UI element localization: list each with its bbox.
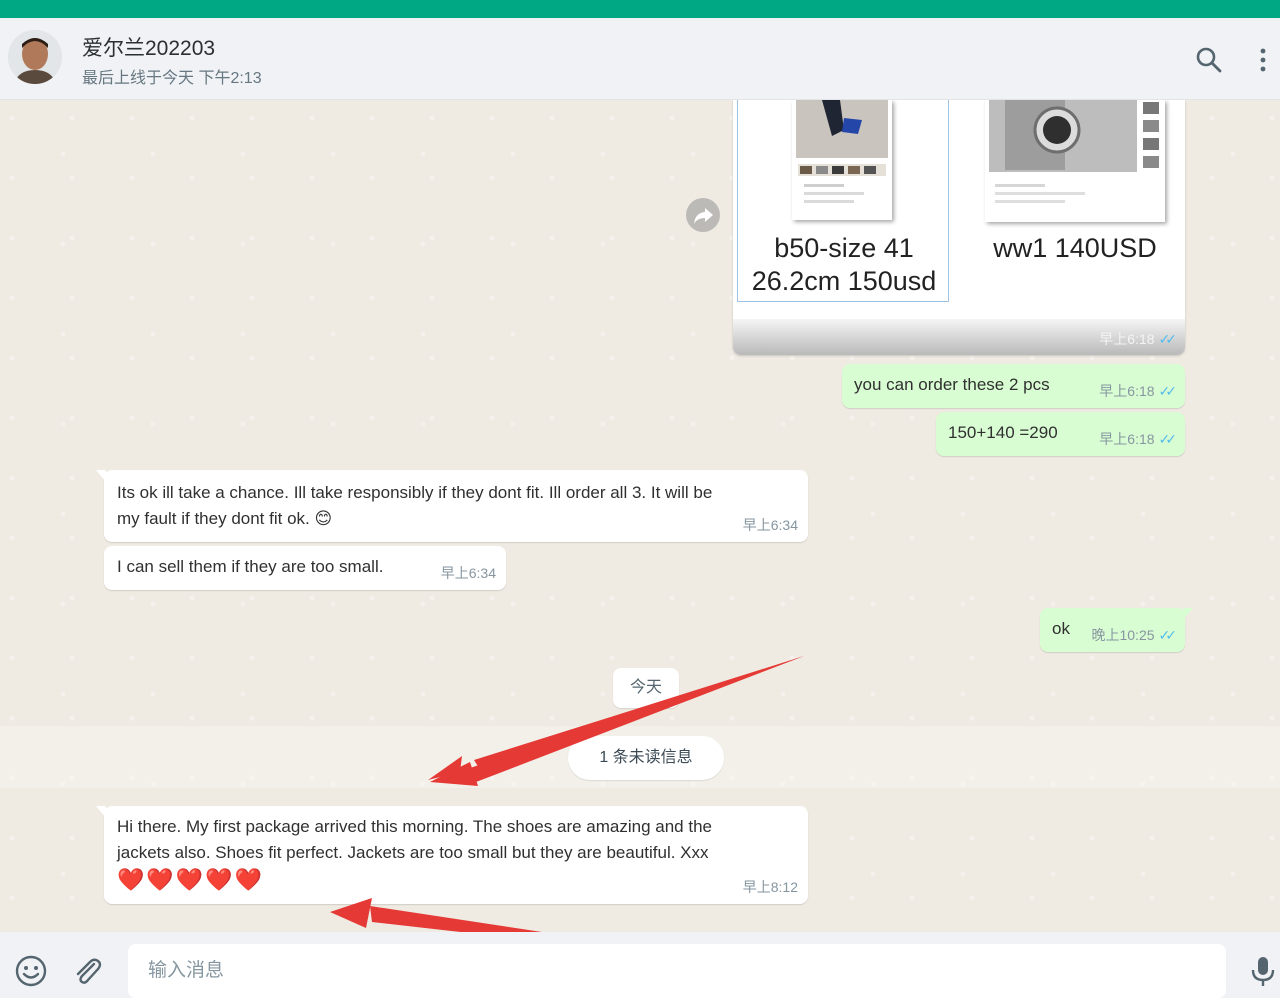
outgoing-message[interactable]: 150+140 =290 早上6:18 ✓✓	[936, 412, 1185, 456]
watch-thumbnail[interactable]	[985, 100, 1165, 222]
unread-messages-divider: 1 条未读信息	[568, 736, 724, 780]
message-input[interactable]	[128, 944, 1226, 998]
message-text: my fault if they dont fit ok. 😊	[117, 509, 333, 528]
incoming-message[interactable]: I can sell them if they are too small. 早…	[104, 546, 506, 590]
message-time: 晚上10:25	[1091, 627, 1155, 643]
search-icon[interactable]	[1193, 44, 1225, 76]
contact-name[interactable]: 爱尔兰202203	[82, 32, 215, 62]
message-time: 早上6:34	[440, 565, 496, 581]
outgoing-message[interactable]: ok 晚上10:25 ✓✓	[1040, 608, 1193, 652]
kebab-menu-icon[interactable]	[1247, 44, 1279, 76]
message-list[interactable]: b50-size 41 26.2cm 150usd ww1 140USD 早上6…	[0, 100, 1280, 932]
message-text: you can order these 2 pcs	[854, 375, 1050, 394]
message-text: Its ok ill take a chance. Ill take respo…	[117, 483, 713, 502]
product-image-message[interactable]: b50-size 41 26.2cm 150usd ww1 140USD 早上6…	[733, 100, 1185, 355]
message-time: 早上6:18	[1099, 331, 1155, 347]
emoji-icon[interactable]	[14, 954, 48, 988]
microphone-icon[interactable]	[1246, 954, 1280, 988]
message-text: 150+140 =290	[948, 423, 1058, 442]
product-caption-watch: ww1 140USD	[993, 233, 1157, 263]
avatar[interactable]	[8, 30, 62, 84]
heart-emojis: ❤️❤️❤️❤️❤️	[117, 867, 264, 892]
paperclip-icon[interactable]	[70, 954, 104, 988]
read-receipt-icon: ✓✓	[1158, 431, 1178, 447]
message-text: jackets also. Shoes fit perfect. Jackets…	[117, 843, 709, 862]
message-time: 早上6:34	[742, 517, 798, 533]
chat-header[interactable]: 爱尔兰202203 最后上线于今天 下午2:13	[0, 18, 1280, 100]
top-accent-bar	[0, 0, 1280, 18]
message-text: ok	[1052, 619, 1070, 638]
shoes-thumbnail	[792, 100, 892, 220]
message-time: 早上6:18	[1099, 383, 1155, 399]
read-receipt-icon: ✓✓	[1158, 627, 1178, 643]
incoming-message[interactable]: Hi there. My first package arrived this …	[96, 806, 808, 904]
product-item-shoes[interactable]: b50-size 41 26.2cm 150usd	[737, 100, 949, 302]
product-caption-shoes-size: b50-size 41	[774, 233, 914, 263]
last-seen-status: 最后上线于今天 下午2:13	[82, 70, 262, 87]
incoming-message[interactable]: Its ok ill take a chance. Ill take respo…	[96, 470, 808, 542]
forward-icon[interactable]	[686, 198, 720, 232]
date-divider: 今天	[613, 668, 679, 708]
message-composer	[0, 932, 1280, 998]
message-text: Hi there. My first package arrived this …	[117, 817, 712, 836]
message-time: 早上6:18	[1099, 431, 1155, 447]
message-time: 早上8:12	[742, 879, 798, 895]
read-receipt-icon: ✓✓	[1158, 330, 1178, 347]
product-caption-shoes-price: 26.2cm 150usd	[751, 266, 937, 296]
message-text: I can sell them if they are too small.	[117, 557, 384, 576]
outgoing-message[interactable]: you can order these 2 pcs 早上6:18 ✓✓	[842, 364, 1185, 408]
read-receipt-icon: ✓✓	[1158, 383, 1178, 399]
